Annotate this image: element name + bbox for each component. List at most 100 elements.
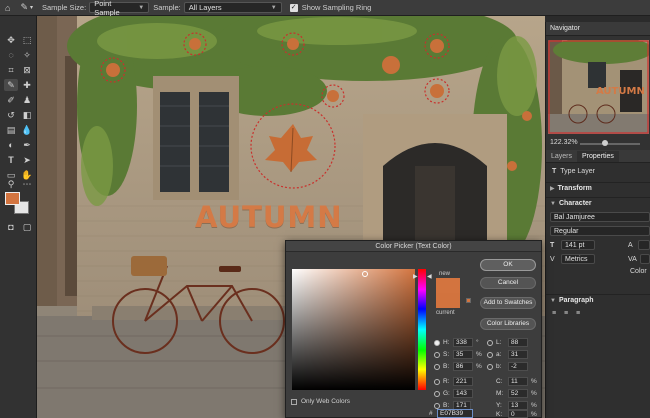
percent-unit: % <box>531 402 537 409</box>
properties-panel: Layers Properties T Type Layer ▶ Transfor… <box>545 150 650 418</box>
chevron-down-icon: ▼ <box>138 4 145 11</box>
font-style-select[interactable]: Regular <box>550 226 650 236</box>
hue-slider-arrow-icon[interactable]: ◀ <box>427 273 432 280</box>
align-left-icon[interactable]: ≡ <box>552 310 562 317</box>
crop-tool-icon[interactable]: ⌗ <box>4 64 18 76</box>
hue-radio[interactable] <box>434 340 440 346</box>
only-web-colors-checkbox[interactable] <box>291 398 297 405</box>
saturation-field[interactable]: 35 <box>453 350 473 359</box>
a-channel-field[interactable]: 31 <box>508 350 528 359</box>
foreground-color-swatch[interactable] <box>5 192 20 205</box>
brightness-radio[interactable] <box>434 364 440 370</box>
gradient-tool-icon[interactable]: ▤ <box>4 124 18 136</box>
navigator-zoom-slider-handle[interactable] <box>602 140 608 146</box>
hue-label: H: <box>443 339 450 346</box>
brightness-field[interactable]: 86 <box>453 362 473 371</box>
cyan-field[interactable]: 11 <box>508 377 528 386</box>
healing-brush-tool-icon[interactable]: ✚ <box>20 79 34 91</box>
font-size-field[interactable]: 141 pt <box>561 240 595 250</box>
tab-properties[interactable]: Properties <box>577 151 619 162</box>
transform-section-header[interactable]: ▶ Transform <box>546 182 650 194</box>
navigator-zoom-value[interactable]: 122.32% <box>550 139 578 146</box>
green-field[interactable]: 143 <box>453 389 473 398</box>
quick-select-tool-icon[interactable]: ✧ <box>20 49 34 61</box>
navigator-zoom-slider[interactable] <box>580 143 640 145</box>
eyedropper-tool-preset-icon[interactable]: ✎ ▾ <box>15 0 38 16</box>
brush-tool-icon[interactable]: ✐ <box>4 94 18 106</box>
a-channel-radio[interactable] <box>487 352 493 358</box>
more-tools-icon[interactable]: ⋯ <box>20 178 34 190</box>
font-size-icon: T <box>550 242 555 249</box>
red-radio[interactable] <box>434 379 440 385</box>
type-tool-icon[interactable]: T <box>4 154 18 166</box>
hue-slider-arrow-icon[interactable]: ▶ <box>413 273 418 280</box>
new-color-swatch <box>436 278 460 293</box>
navigator-panel: Navigator AUTUMN 122.32% <box>545 22 650 150</box>
character-section-header[interactable]: ▼ Character <box>546 197 650 209</box>
eyedropper-tool-icon[interactable]: ✎ <box>4 79 18 91</box>
quick-mask-icon[interactable]: ◘ <box>4 221 18 233</box>
hex-field[interactable]: E07B39 <box>437 409 473 418</box>
frame-tool-icon[interactable]: ⊠ <box>20 64 34 76</box>
stamp-tool-icon[interactable]: ♟ <box>20 94 34 106</box>
marquee-tool-icon[interactable]: ⬚ <box>20 34 34 46</box>
lasso-tool-icon[interactable]: ◌ <box>4 49 18 61</box>
sample-size-select[interactable]: Point Sample ▼ <box>89 0 150 17</box>
web-safe-color-icon[interactable] <box>466 298 471 303</box>
history-brush-tool-icon[interactable]: ↺ <box>4 109 18 121</box>
canvas-text-layer[interactable]: AUTUMN <box>195 200 343 234</box>
b-channel-radio[interactable] <box>487 364 493 370</box>
move-tool-icon[interactable]: ✥ <box>4 34 18 46</box>
percent-unit: % <box>476 363 482 370</box>
ok-button[interactable]: OK <box>480 259 536 271</box>
saturation-radio[interactable] <box>434 352 440 358</box>
font-family-select[interactable]: Bal Jamjuree <box>550 212 650 222</box>
tab-layers[interactable]: Layers <box>546 153 577 162</box>
type-layer-icon: T <box>552 168 557 175</box>
color-field[interactable] <box>292 269 415 390</box>
degree-unit: ° <box>476 339 479 346</box>
sample-select[interactable]: All Layers ▼ <box>183 2 282 13</box>
hue-slider[interactable] <box>418 269 426 390</box>
color-field-marker[interactable] <box>362 271 368 277</box>
eraser-tool-icon[interactable]: ◧ <box>20 109 34 121</box>
paragraph-section-header[interactable]: ▼ Paragraph <box>546 294 650 306</box>
black-field[interactable]: 0 <box>508 410 528 418</box>
yellow-field[interactable]: 13 <box>508 401 528 410</box>
text-color-label: Color <box>630 268 647 275</box>
magenta-field[interactable]: 52 <box>508 389 528 398</box>
cancel-button[interactable]: Cancel <box>480 277 536 289</box>
navigator-thumbnail[interactable]: AUTUMN <box>548 40 649 134</box>
percent-unit: % <box>531 378 537 385</box>
align-center-icon[interactable]: ≡ <box>564 310 574 317</box>
current-color-label: current <box>436 310 455 316</box>
pen-tool-icon[interactable]: ✒ <box>20 139 34 151</box>
only-web-colors-option[interactable]: Only Web Colors <box>291 398 350 405</box>
path-select-tool-icon[interactable]: ➤ <box>20 154 34 166</box>
lightness-radio[interactable] <box>487 340 493 346</box>
green-label: G: <box>443 390 450 397</box>
add-to-swatches-button[interactable]: Add to Swatches <box>480 297 536 309</box>
zoom-tool-icon[interactable]: ⚲ <box>4 178 18 190</box>
red-field[interactable]: 221 <box>453 377 473 386</box>
dodge-tool-icon[interactable]: ◐ <box>4 139 18 151</box>
home-icon[interactable]: ⌂ <box>0 0 15 16</box>
kerning-select[interactable]: Metrics <box>561 254 595 264</box>
color-picker-title: Color Picker (Text Color) <box>286 241 541 252</box>
panel-tabs: Layers Properties <box>546 150 650 163</box>
align-right-icon[interactable]: ≡ <box>576 310 586 317</box>
hue-field[interactable]: 338 <box>453 338 473 347</box>
green-radio[interactable] <box>434 391 440 397</box>
b-channel-field[interactable]: -2 <box>508 362 528 371</box>
screen-mode-icon[interactable]: ▢ <box>20 221 34 233</box>
layer-type-row: T Type Layer <box>546 168 650 175</box>
tracking-field[interactable] <box>640 254 650 264</box>
leading-field[interactable] <box>638 240 650 250</box>
lightness-field[interactable]: 88 <box>508 338 528 347</box>
current-color-swatch[interactable] <box>436 293 460 308</box>
show-sampling-ring-checkbox[interactable]: ✓ <box>289 3 298 12</box>
blur-tool-icon[interactable]: 💧 <box>20 124 34 136</box>
color-libraries-button[interactable]: Color Libraries <box>480 318 536 330</box>
chevron-right-icon: ▶ <box>550 186 555 192</box>
sample-label: Sample: <box>153 3 181 12</box>
